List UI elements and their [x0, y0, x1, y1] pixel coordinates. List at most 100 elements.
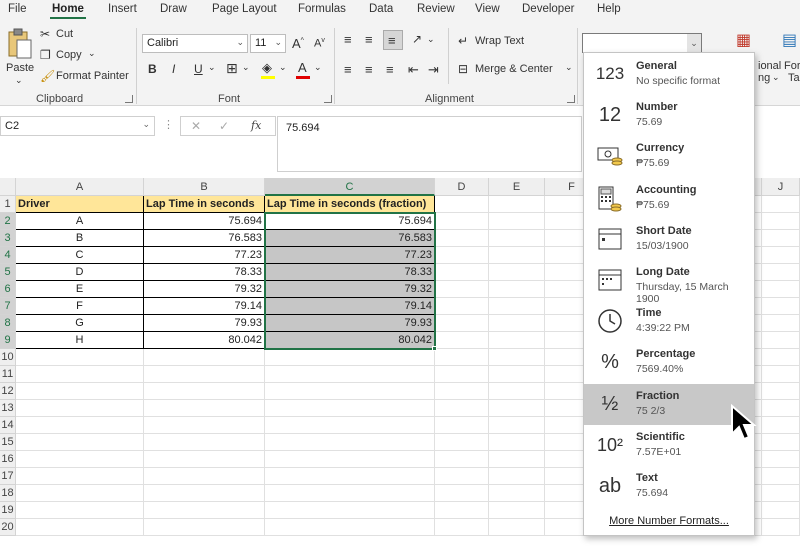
cell-a3[interactable]: B [16, 230, 144, 247]
fill-handle[interactable] [432, 346, 437, 351]
column-header-j[interactable]: J [762, 178, 800, 196]
font-launcher-icon[interactable] [324, 95, 332, 103]
cell-d14[interactable] [435, 417, 489, 434]
cell-j1[interactable] [762, 196, 800, 213]
column-header-a[interactable]: A [16, 178, 144, 196]
cell-b11[interactable] [144, 366, 265, 383]
cell-e10[interactable] [489, 349, 545, 366]
align-center-icon[interactable]: ≡ [365, 62, 373, 77]
cell-b14[interactable] [144, 417, 265, 434]
format-option-text[interactable]: ab Text 75.694 [584, 466, 754, 507]
cell-d9[interactable] [435, 332, 489, 349]
row-header-7[interactable]: 7 [0, 298, 16, 315]
row-header-14[interactable]: 14 [0, 417, 16, 434]
font-color-icon[interactable]: A [298, 60, 307, 75]
cell-e14[interactable] [489, 417, 545, 434]
cell-b2[interactable]: 75.694 [144, 213, 265, 230]
grow-font-button[interactable]: A^ [292, 36, 304, 51]
cell-a15[interactable] [16, 434, 144, 451]
cell-d7[interactable] [435, 298, 489, 315]
bold-button[interactable]: B [148, 62, 157, 76]
wrap-text-button[interactable]: ↵ Wrap Text [458, 34, 538, 50]
cell-d11[interactable] [435, 366, 489, 383]
cell-b9[interactable]: 80.042 [144, 332, 265, 349]
cell-c2[interactable]: 75.694 [265, 213, 435, 230]
cell-j2[interactable] [762, 213, 800, 230]
cell-j3[interactable] [762, 230, 800, 247]
merge-center-button[interactable]: ⊟ Merge & Center ⌄ [458, 62, 578, 78]
name-box[interactable]: C2 ⌄ [0, 116, 155, 136]
row-header-1[interactable]: 1 [0, 196, 16, 213]
column-header-c[interactable]: C [265, 178, 435, 196]
row-header-2[interactable]: 2 [0, 213, 16, 230]
row-header-4[interactable]: 4 [0, 247, 16, 264]
cell-d1[interactable] [435, 196, 489, 213]
font-color-chevron-icon[interactable]: ⌄ [314, 62, 322, 73]
cell-d8[interactable] [435, 315, 489, 332]
cell-b20[interactable] [144, 519, 265, 536]
cell-e3[interactable] [489, 230, 545, 247]
format-option-accounting[interactable]: Accounting ₱75.69 [584, 178, 754, 219]
row-header-9[interactable]: 9 [0, 332, 16, 349]
format-option-time[interactable]: Time 4:39:22 PM [584, 301, 754, 342]
align-middle-icon[interactable]: ≡ [365, 32, 373, 47]
cell-j4[interactable] [762, 247, 800, 264]
enter-icon[interactable]: ✓ [219, 119, 229, 133]
cell-j15[interactable] [762, 434, 800, 451]
row-header-10[interactable]: 10 [0, 349, 16, 366]
align-right-icon[interactable]: ≡ [386, 62, 394, 77]
underline-button[interactable]: U [194, 62, 203, 76]
cell-e6[interactable] [489, 281, 545, 298]
cell-j19[interactable] [762, 502, 800, 519]
cell-a16[interactable] [16, 451, 144, 468]
cell-e17[interactable] [489, 468, 545, 485]
tab-home[interactable]: Home [52, 3, 84, 15]
column-header-d[interactable]: D [435, 178, 489, 196]
cell-d6[interactable] [435, 281, 489, 298]
tab-formulas[interactable]: Formulas [298, 3, 346, 15]
format-option-number[interactable]: 12 Number 75.69 [584, 95, 754, 136]
cell-a14[interactable] [16, 417, 144, 434]
align-top-icon[interactable]: ≡ [344, 32, 352, 47]
tab-draw[interactable]: Draw [160, 3, 187, 15]
column-header-b[interactable]: B [144, 178, 265, 196]
cell-c4[interactable]: 77.23 [265, 247, 435, 264]
cell-a6[interactable]: E [16, 281, 144, 298]
tab-review[interactable]: Review [417, 3, 455, 15]
cell-d5[interactable] [435, 264, 489, 281]
cell-b3[interactable]: 76.583 [144, 230, 265, 247]
cell-d17[interactable] [435, 468, 489, 485]
conditional-formatting-icon[interactable]: ▦ [736, 30, 751, 50]
align-bottom-button[interactable]: ≡ [383, 30, 403, 50]
tab-view[interactable]: View [475, 3, 500, 15]
tab-help[interactable]: Help [597, 3, 621, 15]
cell-a9[interactable]: H [16, 332, 144, 349]
cell-d13[interactable] [435, 400, 489, 417]
shrink-font-button[interactable]: Av [314, 37, 325, 50]
cell-c13[interactable] [265, 400, 435, 417]
row-header-5[interactable]: 5 [0, 264, 16, 281]
cell-c12[interactable] [265, 383, 435, 400]
cell-e4[interactable] [489, 247, 545, 264]
more-options-icon[interactable]: ⋮ [163, 118, 174, 131]
cell-e16[interactable] [489, 451, 545, 468]
cell-d18[interactable] [435, 485, 489, 502]
cell-b1[interactable]: Lap Time in seconds [144, 196, 265, 213]
format-option-percentage[interactable]: % Percentage 7569.40% [584, 342, 754, 383]
cell-d20[interactable] [435, 519, 489, 536]
cell-c5[interactable]: 78.33 [265, 264, 435, 281]
cell-j8[interactable] [762, 315, 800, 332]
cell-c19[interactable] [265, 502, 435, 519]
cell-j13[interactable] [762, 400, 800, 417]
tab-file[interactable]: File [8, 3, 27, 15]
cell-b17[interactable] [144, 468, 265, 485]
row-header-8[interactable]: 8 [0, 315, 16, 332]
format-option-scientific[interactable]: 10² Scientific 7.57E+01 [584, 425, 754, 466]
borders-icon[interactable]: ⊞ [226, 60, 238, 77]
cell-a4[interactable]: C [16, 247, 144, 264]
row-header-18[interactable]: 18 [0, 485, 16, 502]
cell-c10[interactable] [265, 349, 435, 366]
format-as-table-icon[interactable]: ▤ [782, 30, 797, 50]
cell-c17[interactable] [265, 468, 435, 485]
cell-j7[interactable] [762, 298, 800, 315]
